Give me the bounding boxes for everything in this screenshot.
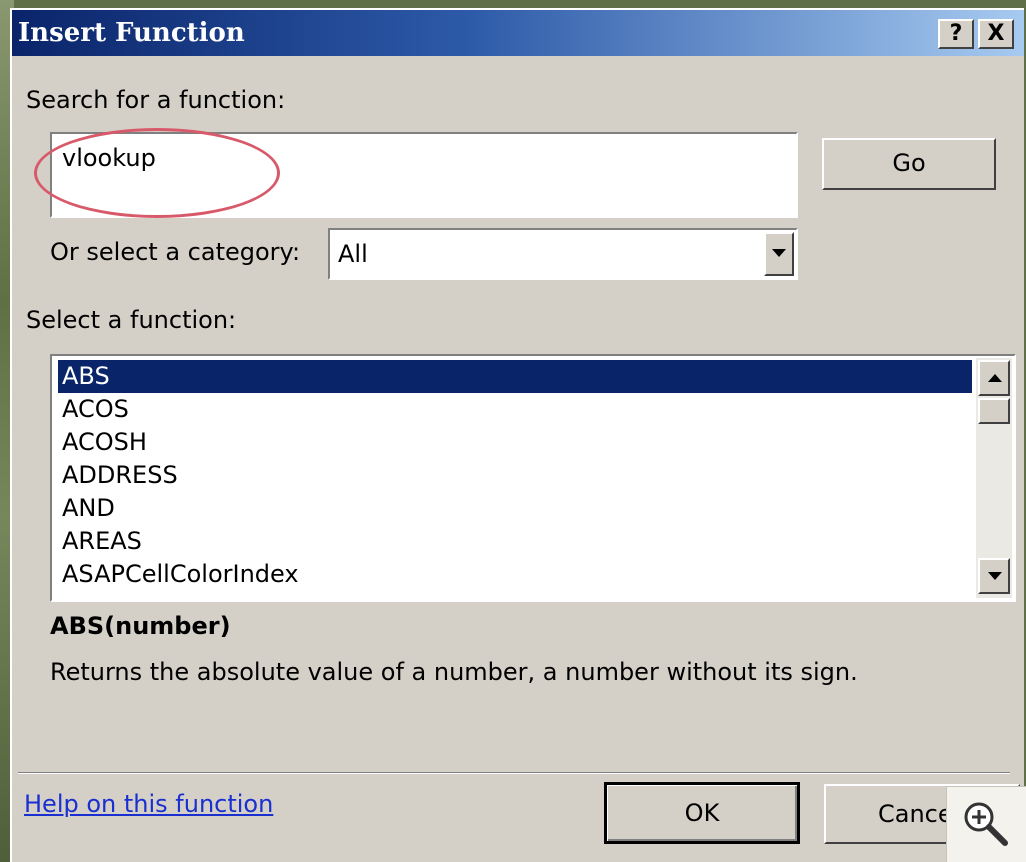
highlight-annotation [34,128,280,218]
footer-divider [18,772,1010,774]
chevron-down-icon [772,249,786,257]
function-list-label: Select a function: [26,306,237,334]
category-select-value: All [338,240,368,268]
category-dropdown-button[interactable] [764,232,794,276]
function-listbox[interactable]: ABS ACOS ACOSH ADDRESS AND AREAS ASAPCel… [50,354,1016,602]
scroll-thumb[interactable] [978,398,1010,424]
list-item[interactable]: ACOS [58,393,972,426]
function-signature: ABS(number) [50,612,231,640]
help-button[interactable]: ? [938,19,974,49]
zoom-in-icon [964,802,1008,846]
category-select[interactable]: All [328,228,798,280]
dialog-title: Insert Function [18,18,245,48]
vertical-scrollbar[interactable] [976,358,1012,598]
scroll-down-icon [988,572,1002,580]
function-description: Returns the absolute value of a number, … [50,658,858,686]
zoom-button[interactable] [946,786,1026,862]
list-item[interactable]: ACOSH [58,426,972,459]
list-item[interactable]: ABS [58,360,972,393]
scroll-down-button[interactable] [978,558,1010,594]
close-button[interactable]: X [978,19,1014,49]
ok-button[interactable]: OK [604,782,800,844]
scroll-up-icon [988,374,1002,382]
list-item[interactable]: AREAS [58,525,972,558]
function-list: ABS ACOS ACOSH ADDRESS AND AREAS ASAPCel… [58,360,972,591]
help-on-function-link[interactable]: Help on this function [24,790,273,818]
title-bar[interactable]: Insert Function ? X [12,10,1024,56]
list-item[interactable]: ADDRESS [58,459,972,492]
list-item[interactable]: AND [58,492,972,525]
insert-function-dialog: Insert Function ? X Search for a functio… [10,8,1024,862]
scroll-up-button[interactable] [978,360,1010,396]
category-label: Or select a category: [50,238,301,266]
list-item[interactable]: ASAPCellColorIndex [58,558,972,591]
go-button[interactable]: Go [822,138,996,190]
search-label: Search for a function: [26,86,286,114]
